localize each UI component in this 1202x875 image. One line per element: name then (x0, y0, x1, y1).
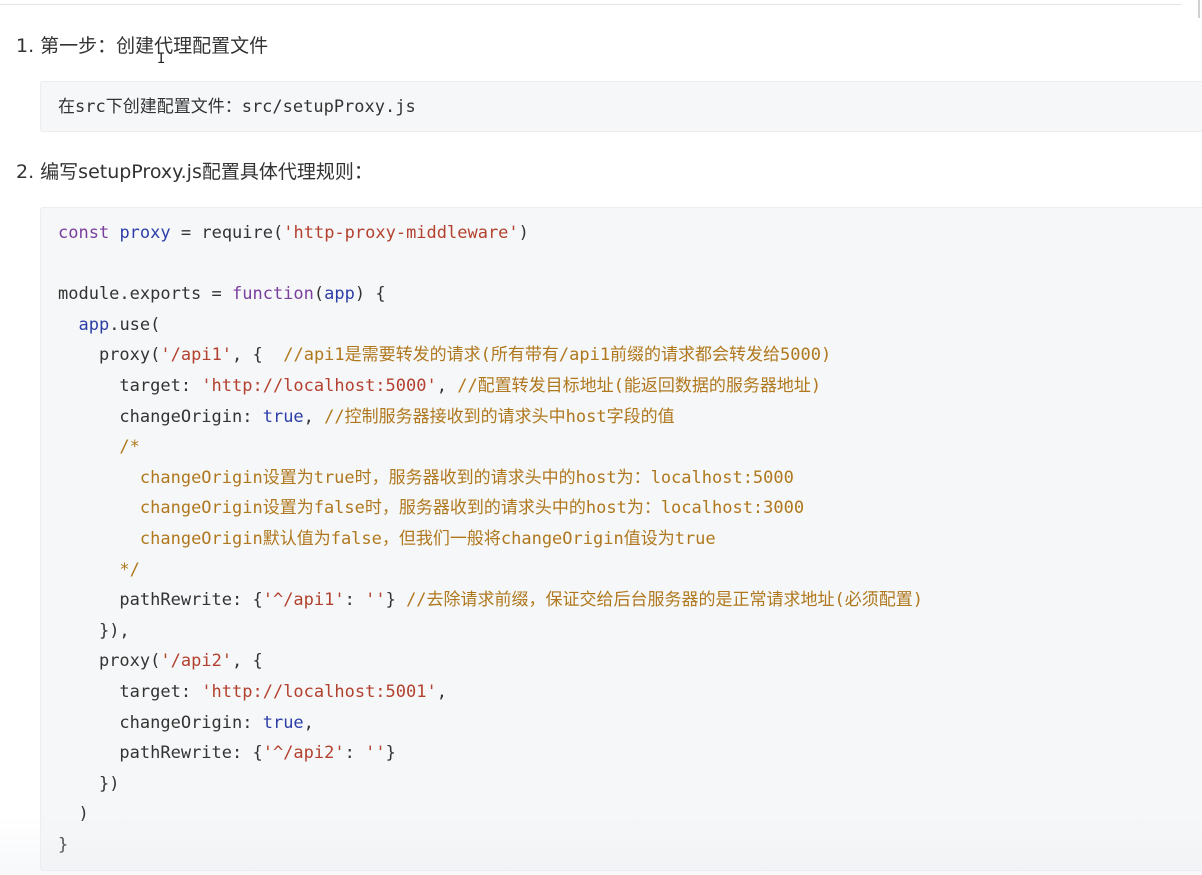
code-token: proxy (119, 223, 171, 243)
code-token: ( (313, 284, 325, 305)
top-divider (0, 4, 1182, 5)
code-token: ) { (354, 284, 386, 305)
code-line-17: changeOrigin: true, (58, 708, 923, 739)
code-comment: //去除请求前缀，保证交给后台服务器的是正常请求地址(必须配置) (406, 590, 924, 611)
step-1-heading: 1. 第一步：创建代理配置文件 (16, 35, 269, 57)
code-token: target: (119, 375, 202, 396)
code-token: , (303, 406, 325, 427)
code-text-step1: 在src下创建配置文件：src/setupProxy.js (58, 97, 416, 117)
code-line-21: } (58, 830, 923, 861)
code-token: } (58, 834, 69, 855)
code-token: require (201, 223, 273, 243)
text-cursor-icon: I (157, 51, 166, 67)
code-token: changeOrigin: (119, 712, 263, 733)
code-line-12: */ (58, 555, 923, 586)
code-comment: //配置转发目标地址(能返回数据的服务器地址) (457, 375, 822, 396)
code-token: true (262, 712, 304, 733)
code-token: , { (232, 651, 263, 672)
step-2-heading: 2. 编写setupProxy.js配置具体代理规则： (16, 161, 373, 183)
code-token: '/api2' (160, 651, 233, 672)
code-token: proxy (98, 345, 151, 366)
code-line-3: module.exports = function(app) { (58, 279, 923, 310)
code-token: function (232, 284, 314, 305)
code-token: .use( (109, 314, 161, 335)
code-line-16: target: 'http://localhost:5001', (58, 677, 923, 708)
code-token: true (262, 406, 304, 427)
code-token: '/api1' (160, 345, 233, 366)
code-line-20: ) (58, 799, 923, 830)
code-token: } (385, 743, 396, 764)
code-token: '^/api1' (262, 590, 345, 611)
code-line-1: const proxy = require('http-proxy-middle… (58, 218, 923, 249)
code-token: '' (365, 743, 386, 764)
code-text-setup-proxy: const proxy = require('http-proxy-middle… (58, 218, 923, 860)
code-token: 'http://localhost:5001' (201, 681, 437, 702)
code-token: app (324, 284, 355, 305)
code-token: } (385, 590, 407, 611)
code-line-10: changeOrigin设置为false时，服务器收到的请求头中的host为：l… (58, 493, 923, 524)
code-token: }) (98, 773, 120, 794)
code-line-14: }), (58, 616, 923, 647)
code-comment: /* (119, 437, 140, 458)
code-token: 'http://localhost:5000' (201, 375, 437, 396)
code-token: : (344, 590, 366, 611)
code-token: ( (150, 345, 161, 366)
code-token: 'http-proxy-middleware' (283, 223, 519, 243)
code-comment: changeOrigin设置为true时，服务器收到的请求头中的host为：lo… (139, 467, 794, 488)
code-comment: //api1是需要转发的请求(所有带有/api1前缀的请求都会转发给5000) (283, 345, 832, 366)
code-comment: */ (119, 559, 140, 580)
code-token: target: (119, 681, 202, 702)
code-token: ) (518, 223, 529, 243)
code-token: , (303, 712, 314, 733)
code-token: = (170, 223, 202, 243)
code-comment: changeOrigin设置为false时，服务器收到的请求头中的host为：l… (139, 498, 805, 519)
code-token: '^/api2' (262, 743, 345, 764)
code-line-19: }) (58, 769, 923, 800)
code-token: pathRewrite: { (119, 590, 263, 611)
code-token: ( (273, 223, 284, 243)
code-token: '' (365, 590, 386, 611)
code-line-7: changeOrigin: true, //控制服务器接收到的请求头中host字… (58, 402, 923, 433)
code-token: , (436, 375, 458, 396)
code-token: }), (98, 620, 130, 641)
code-line-13: pathRewrite: {'^/api1': ''} //去除请求前缀，保证交… (58, 585, 923, 616)
code-line-8: /* (58, 432, 923, 463)
code-line-9: changeOrigin设置为true时，服务器收到的请求头中的host为：lo… (58, 463, 923, 494)
code-line-6: target: 'http://localhost:5000', //配置转发目… (58, 371, 923, 402)
code-token: , { (232, 345, 284, 366)
code-line-4: app.use( (58, 310, 923, 341)
code-line-18: pathRewrite: {'^/api2': ''} (58, 738, 923, 769)
code-token: : (344, 743, 366, 764)
code-token: changeOrigin: (119, 406, 263, 427)
code-token: ) (78, 804, 89, 825)
code-token: pathRewrite: { (119, 743, 263, 764)
code-token: const (58, 223, 110, 243)
code-token: app (78, 314, 110, 335)
code-line-11: changeOrigin默认值为false，但我们一般将changeOrigin… (58, 524, 923, 555)
code-token: ( (150, 651, 161, 672)
code-line-15: proxy('/api2', { (58, 646, 923, 677)
code-block-setup-proxy: const proxy = require('http-proxy-middle… (40, 207, 1202, 871)
code-token: , (436, 681, 447, 702)
code-line-5: proxy('/api1', { //api1是需要转发的请求(所有带有/api… (58, 340, 923, 371)
scrollbar-stub[interactable] (1198, 0, 1200, 18)
code-comment: changeOrigin默认值为false，但我们一般将changeOrigin… (139, 528, 716, 549)
code-token: proxy (98, 651, 151, 672)
code-token: module.exports = (58, 284, 232, 305)
code-comment: //控制服务器接收到的请求头中host字段的值 (324, 406, 675, 427)
code-block-step1: 在src下创建配置文件：src/setupProxy.js (40, 81, 1202, 132)
